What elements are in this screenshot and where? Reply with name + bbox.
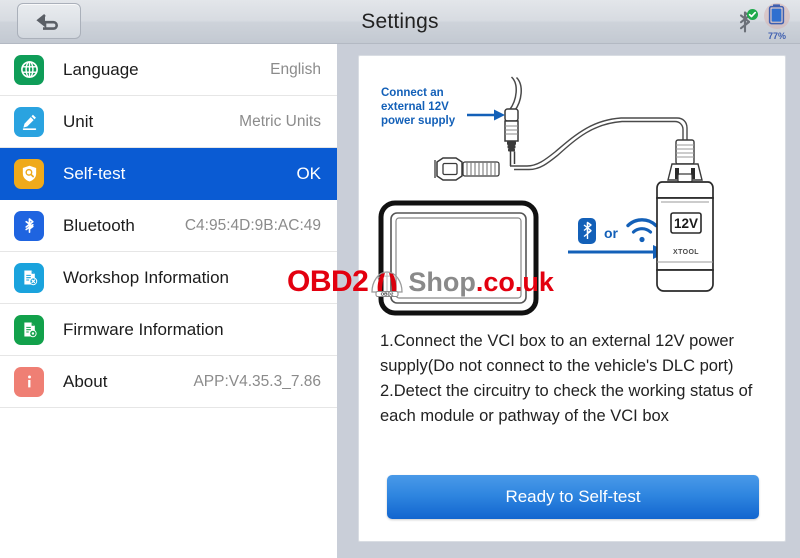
callout-arrow-icon [467,109,505,121]
bluetooth-icon [14,210,44,241]
settings-screen: Settings 77% Language English Unit Metri… [0,0,800,558]
power-cable [508,76,522,112]
sidebar-item-firmware-information[interactable]: Firmware Information [0,304,337,356]
obd-connector-icon [434,157,500,181]
sidebar-item-label: About [63,371,108,391]
instructions-block: 1.Connect the VCI box to an external 12V… [380,329,772,429]
sidebar-item-bluetooth[interactable]: Bluetooth C4:95:4D:9B:AC:49 [0,200,337,252]
self-test-panel: Connect an external 12V power supply or … [337,44,800,558]
sidebar-item-value: Metric Units [239,112,321,130]
battery-icon [768,4,785,25]
or-label: or [604,225,619,241]
green-check-icon [747,9,758,20]
callout-line-2: external 12V [381,101,449,113]
document-x-icon [14,262,44,293]
sidebar-item-value: C4:95:4D:9B:AC:49 [184,216,321,234]
sidebar-item-label: Language [63,59,139,79]
battery-percent: 77% [767,31,786,41]
sidebar-item-self-test[interactable]: Self-test OK [0,148,337,200]
tablet-device-icon [378,200,539,316]
sidebar-item-language[interactable]: Language English [0,44,337,96]
instruction-line-1: 1.Connect the VCI box to an external 12V… [380,332,735,375]
callout-line-1: Connect an [381,87,444,99]
sidebar-item-workshop-information[interactable]: Workshop Information [0,252,337,304]
diagram-wifi-icon [626,218,658,243]
battery-status[interactable]: 77% [762,2,792,42]
barrel-plug-icon [504,108,519,166]
top-bar: Settings 77% [0,0,800,44]
main-cable [510,117,688,171]
sidebar-item-label: Workshop Information [63,267,229,287]
page-title: Settings [361,10,439,33]
vci-voltage-label: 12V [674,216,698,231]
ready-to-self-test-button[interactable]: Ready to Self-test [387,475,759,519]
instruction-line-2: 2.Detect the circuitry to check the work… [380,382,753,425]
globe-icon [14,54,44,85]
diagram-right-arrow-icon [568,245,668,259]
sidebar-item-label: Unit [63,111,94,131]
sidebar-item-unit[interactable]: Unit Metric Units [0,96,337,148]
sidebar-item-label: Firmware Information [63,319,224,339]
sidebar-item-value: English [270,60,321,78]
vci-brand-label: XTOOL [673,249,699,256]
sidebar-item-label: Self-test [63,163,126,183]
callout-line-3: power supply [381,115,456,127]
self-test-diagram: Connect an external 12V power supply or … [378,76,714,316]
sidebar-item-label: Bluetooth [63,215,135,235]
document-gear-icon [14,314,44,345]
settings-list: Language English Unit Metric Units Self-… [0,44,337,558]
status-icon-group: 77% [735,2,792,42]
sidebar-item-value: OK [296,163,321,183]
bluetooth-status[interactable] [735,9,758,35]
shield-search-icon [14,158,44,189]
self-test-card: Connect an external 12V power supply or … [358,55,786,542]
vci-box-icon: 12V XTOOL [656,139,714,292]
sidebar-item-value: APP:V4.35.3_7.86 [193,372,321,390]
sidebar-item-about[interactable]: About APP:V4.35.3_7.86 [0,356,337,408]
pencil-edit-icon [14,106,44,137]
diagram-bluetooth-icon [578,218,596,244]
info-icon [14,366,44,397]
